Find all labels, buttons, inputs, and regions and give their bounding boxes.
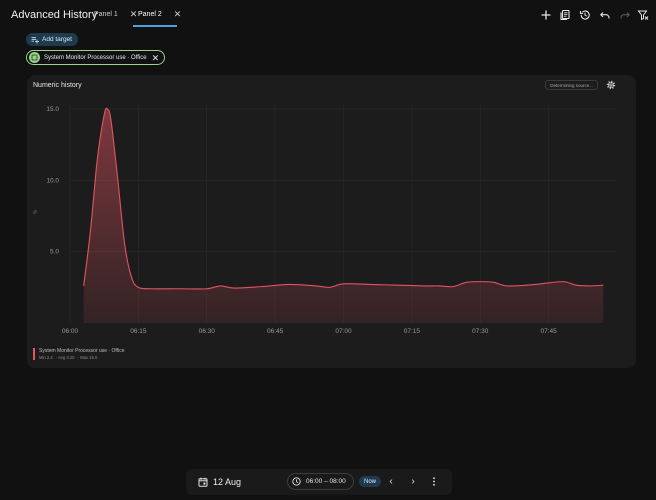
add-icon[interactable] xyxy=(540,9,552,21)
more-options-icon[interactable] xyxy=(430,476,438,487)
chip-entity-icon xyxy=(29,52,40,63)
add-target-button[interactable]: Add target xyxy=(26,33,78,46)
calendar-icon[interactable] xyxy=(198,477,208,487)
x-tick-label: 06:30 xyxy=(199,328,216,335)
numeric-history-card: 06:00 06:15 06:30 06:45 07:00 07:15 07:30 07:45… xyxy=(27,75,636,368)
legend-avg: Avg 3.20 xyxy=(58,355,75,360)
close-tab-icon[interactable]: ✕ xyxy=(130,10,138,19)
y-axis-label: % xyxy=(33,209,39,214)
source-status-badge: Determining source... xyxy=(545,80,598,90)
legend-series-name: System Monitor Processor use · Office xyxy=(39,348,125,354)
playlist-add-icon xyxy=(31,36,39,43)
numeric-history-chart: 06:00 06:15 06:30 06:45 07:00 07:15 07:30 07:45… xyxy=(33,105,617,335)
top-bar: Advanced History Panel 1 ✕ Panel 2 ✕ xyxy=(0,0,656,30)
remove-target-icon[interactable]: ✕ xyxy=(152,53,160,62)
add-target-label: Add target xyxy=(42,36,72,43)
close-tab-icon[interactable]: ✕ xyxy=(174,10,182,19)
card-title: Numeric history xyxy=(33,82,82,89)
y-tick-label: 5.0 xyxy=(50,249,59,256)
previous-period-button[interactable]: ‹ xyxy=(386,476,396,487)
y-tick-label: 15.0 xyxy=(46,106,59,113)
now-button[interactable]: Now xyxy=(359,476,382,487)
time-range-picker[interactable]: 06:00 – 08:00 xyxy=(287,473,354,490)
chip-label: System Monitor Processor use · Office xyxy=(44,54,147,61)
x-tick-label: 06:15 xyxy=(130,328,147,335)
tab-panel-1[interactable]: Panel 1 ✕ xyxy=(94,10,138,19)
tab-panel-2[interactable]: Panel 2 ✕ xyxy=(138,10,182,19)
x-tick-label: 06:45 xyxy=(267,328,284,335)
y-tick-label: 10.0 xyxy=(46,177,59,184)
clock-icon xyxy=(292,477,301,486)
tab-label: Panel 1 xyxy=(94,11,118,18)
active-tab-indicator xyxy=(133,25,177,27)
x-tick-label: 06:00 xyxy=(62,328,79,335)
x-tick-label: 07:30 xyxy=(472,328,489,335)
history-icon[interactable] xyxy=(579,9,591,21)
legend-max: Max 15.0 xyxy=(80,355,98,360)
copy-icon[interactable] xyxy=(559,9,571,21)
time-range-label: 06:00 – 08:00 xyxy=(306,478,346,485)
legend-min: Min 2.4 xyxy=(39,355,53,360)
legend-stats: Min 2.4 · Avg 3.20 · Max 15.0 xyxy=(39,355,98,360)
redo-icon[interactable] xyxy=(619,9,631,21)
x-tick-label: 07:15 xyxy=(404,328,421,335)
filter-clear-icon[interactable] xyxy=(637,9,649,21)
x-tick-label: 07:45 xyxy=(540,328,557,335)
x-tick-label: 07:00 xyxy=(335,328,352,335)
legend-item[interactable]: System Monitor Processor use · Office Mi… xyxy=(33,348,125,360)
undo-icon[interactable] xyxy=(599,9,611,21)
next-period-button[interactable]: › xyxy=(408,476,418,487)
target-chip[interactable]: System Monitor Processor use · Office ✕ xyxy=(26,50,166,65)
date-label[interactable]: 12 Aug xyxy=(213,477,241,487)
date-navigation-bar: 12 Aug 06:00 – 08:00 Now ‹ › xyxy=(186,469,452,495)
tab-label: Panel 2 xyxy=(138,11,162,18)
page-title: Advanced History xyxy=(11,9,98,21)
gear-icon[interactable] xyxy=(606,80,616,90)
